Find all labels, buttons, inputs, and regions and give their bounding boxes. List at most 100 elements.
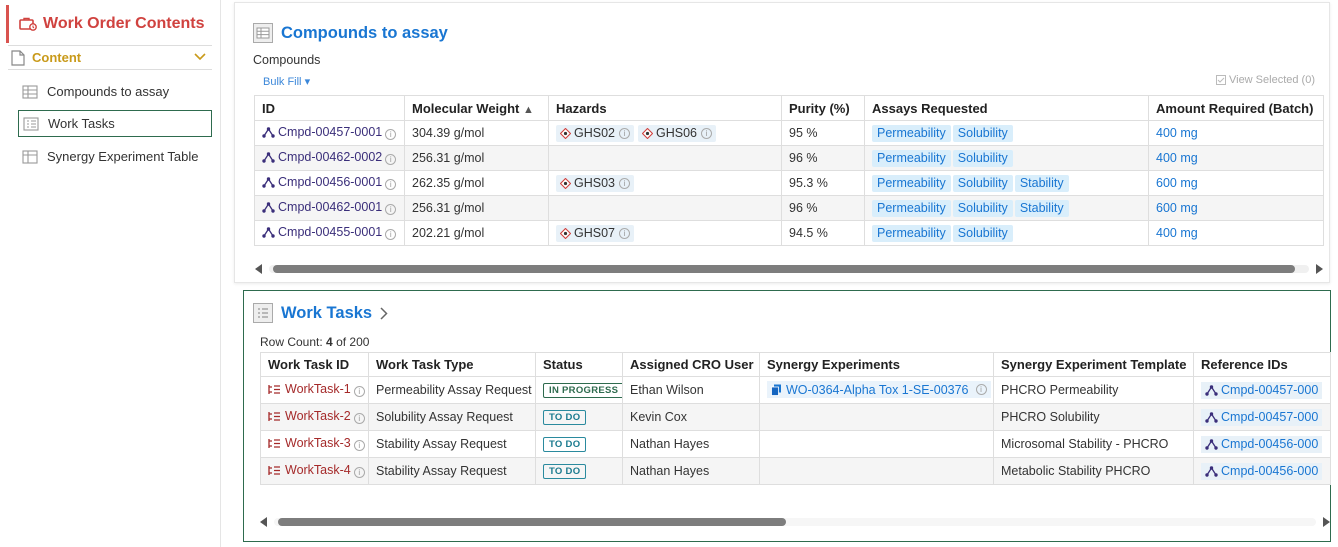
reference-id-chip[interactable]: Cmpd-00457-000: [1201, 381, 1323, 399]
work-task-link[interactable]: WorkTask-3: [268, 436, 351, 450]
compounds-horizontal-scrollbar[interactable]: [255, 262, 1323, 276]
sidebar-item-work-tasks[interactable]: Work Tasks: [18, 110, 212, 137]
hazard-chip[interactable]: GHS02 i: [556, 124, 634, 142]
work-task-id-cell[interactable]: WorkTask-3 i: [260, 430, 369, 458]
work-task-link[interactable]: WorkTask-2: [268, 409, 351, 423]
chevron-down-icon[interactable]: [194, 52, 206, 62]
column-header[interactable]: Work Task Type: [368, 352, 536, 377]
compound-id-cell[interactable]: Cmpd-00457-0001 i: [254, 120, 405, 146]
info-icon[interactable]: i: [385, 128, 397, 140]
work-tasks-header[interactable]: Work Tasks: [253, 303, 388, 323]
reference-id-chip[interactable]: Cmpd-00456-000: [1201, 462, 1323, 480]
column-header[interactable]: Assigned CRO User: [622, 352, 760, 377]
scroll-left-arrow-icon[interactable]: [255, 264, 263, 274]
reference-id-chip[interactable]: Cmpd-00456-000: [1201, 435, 1323, 453]
info-icon[interactable]: i: [353, 439, 365, 451]
column-header[interactable]: Amount Required (Batch): [1148, 95, 1324, 121]
work-task-id-cell[interactable]: WorkTask-2 i: [260, 403, 369, 431]
scroll-right-arrow-icon[interactable]: [1322, 517, 1330, 527]
assay-chip[interactable]: Permeability: [872, 199, 951, 217]
assay-chip[interactable]: Permeability: [872, 174, 951, 192]
table-row[interactable]: WorkTask-3 i Stability Assay Request TO DO N…: [260, 430, 1331, 458]
compound-id-cell[interactable]: Cmpd-00462-0002 i: [254, 145, 405, 171]
column-header[interactable]: ID: [254, 95, 405, 121]
compound-id-link[interactable]: Cmpd-00456-0001: [262, 175, 382, 189]
amount-cell[interactable]: 400 mg: [1148, 220, 1324, 246]
info-icon[interactable]: i: [701, 127, 712, 139]
column-header[interactable]: Status: [535, 352, 623, 377]
scrollbar-thumb[interactable]: [278, 518, 786, 526]
info-icon[interactable]: i: [619, 177, 630, 189]
table-row[interactable]: Cmpd-00455-0001 i 202.21 g/mol GHS07 i 94.5 %…: [254, 220, 1324, 246]
assay-chip[interactable]: Solubility: [952, 124, 1013, 142]
status-badge[interactable]: TO DO: [543, 464, 587, 479]
compound-id-cell[interactable]: Cmpd-00456-0001 i: [254, 170, 405, 196]
hazard-chip[interactable]: GHS07 i: [556, 224, 634, 242]
info-icon[interactable]: i: [353, 466, 365, 478]
column-header[interactable]: Assays Requested: [864, 95, 1149, 121]
assay-chip[interactable]: Stability: [1014, 174, 1069, 192]
column-header[interactable]: Reference IDs: [1193, 352, 1331, 377]
work-task-link[interactable]: WorkTask-1: [268, 382, 351, 396]
compound-id-cell[interactable]: Cmpd-00462-0001 i: [254, 195, 405, 221]
chevron-right-icon[interactable]: [380, 306, 388, 320]
compound-id-link[interactable]: Cmpd-00462-0001: [262, 200, 382, 214]
assay-chip[interactable]: Solubility: [952, 174, 1013, 192]
table-row[interactable]: WorkTask-1 i Permeability Assay Request IN …: [260, 376, 1331, 404]
info-icon[interactable]: i: [385, 228, 397, 240]
work-task-id-cell[interactable]: WorkTask-4 i: [260, 457, 369, 485]
compound-id-cell[interactable]: Cmpd-00455-0001 i: [254, 220, 405, 246]
table-row[interactable]: WorkTask-2 i Solubility Assay Request TO DO…: [260, 403, 1331, 431]
info-icon[interactable]: i: [353, 412, 365, 424]
table-row[interactable]: Cmpd-00462-0002 i 256.31 g/mol 96 % Permeabi…: [254, 145, 1324, 171]
column-header[interactable]: Purity (%): [781, 95, 865, 121]
info-icon[interactable]: i: [385, 203, 397, 215]
amount-cell[interactable]: 600 mg: [1148, 195, 1324, 221]
assay-chip[interactable]: Solubility: [952, 149, 1013, 167]
table-row[interactable]: Cmpd-00456-0001 i 262.35 g/mol GHS03 i 95.3 %…: [254, 170, 1324, 196]
work-tasks-horizontal-scrollbar[interactable]: [260, 515, 1330, 529]
compound-id-link[interactable]: Cmpd-00457-0001: [262, 125, 382, 139]
info-icon[interactable]: i: [385, 153, 397, 165]
column-header[interactable]: Hazards: [548, 95, 782, 121]
work-task-link[interactable]: WorkTask-4: [268, 463, 351, 477]
info-icon[interactable]: i: [385, 178, 397, 190]
assay-chip[interactable]: Permeability: [872, 149, 951, 167]
column-header[interactable]: Molecular Weight ▲: [404, 95, 549, 121]
work-tasks-title[interactable]: Work Tasks: [281, 304, 372, 323]
assay-chip[interactable]: Stability: [1014, 199, 1069, 217]
amount-cell[interactable]: 400 mg: [1148, 145, 1324, 171]
synergy-experiment-link[interactable]: WO-0364-Alpha Tox 1-SE-00376 i: [767, 381, 991, 399]
compound-id-link[interactable]: Cmpd-00455-0001: [262, 225, 382, 239]
info-icon[interactable]: i: [975, 384, 987, 396]
work-task-id-cell[interactable]: WorkTask-1 i: [260, 376, 369, 404]
scroll-right-arrow-icon[interactable]: [1315, 264, 1323, 274]
scroll-left-arrow-icon[interactable]: [260, 517, 268, 527]
amount-cell[interactable]: 600 mg: [1148, 170, 1324, 196]
info-icon[interactable]: i: [619, 227, 630, 239]
sidebar-item-compounds[interactable]: Compounds to assay: [18, 78, 212, 105]
bulk-fill-button[interactable]: Bulk Fill ▾: [263, 75, 310, 88]
assay-chip[interactable]: Solubility: [952, 224, 1013, 242]
reference-id-chip[interactable]: Cmpd-00457-000: [1201, 408, 1323, 426]
column-header[interactable]: Synergy Experiment Template: [993, 352, 1194, 377]
assay-chip[interactable]: Permeability: [872, 124, 951, 142]
compound-id-link[interactable]: Cmpd-00462-0002: [262, 150, 382, 164]
hazard-chip[interactable]: GHS03 i: [556, 174, 634, 192]
sidebar-item-synergy-table[interactable]: Synergy Experiment Table: [18, 143, 212, 170]
info-icon[interactable]: i: [353, 385, 365, 397]
view-selected-button[interactable]: View Selected (0): [1215, 74, 1315, 86]
amount-cell[interactable]: 400 mg: [1148, 120, 1324, 146]
scrollbar-thumb[interactable]: [273, 265, 1295, 273]
table-row[interactable]: WorkTask-4 i Stability Assay Request TO DO N…: [260, 457, 1331, 485]
assay-chip[interactable]: Permeability: [872, 224, 951, 242]
info-icon[interactable]: i: [619, 127, 630, 139]
hazard-chip[interactable]: GHS06 i: [638, 124, 716, 142]
column-header[interactable]: Synergy Experiments: [759, 352, 994, 377]
status-badge[interactable]: TO DO: [543, 437, 587, 452]
status-badge[interactable]: TO DO: [543, 410, 587, 425]
sidebar-section-content[interactable]: Content: [8, 45, 212, 70]
assay-chip[interactable]: Solubility: [952, 199, 1013, 217]
table-row[interactable]: Cmpd-00457-0001 i 304.39 g/mol GHS02 i GHS06 i…: [254, 120, 1324, 146]
status-badge[interactable]: IN PROGRESS: [543, 383, 622, 398]
